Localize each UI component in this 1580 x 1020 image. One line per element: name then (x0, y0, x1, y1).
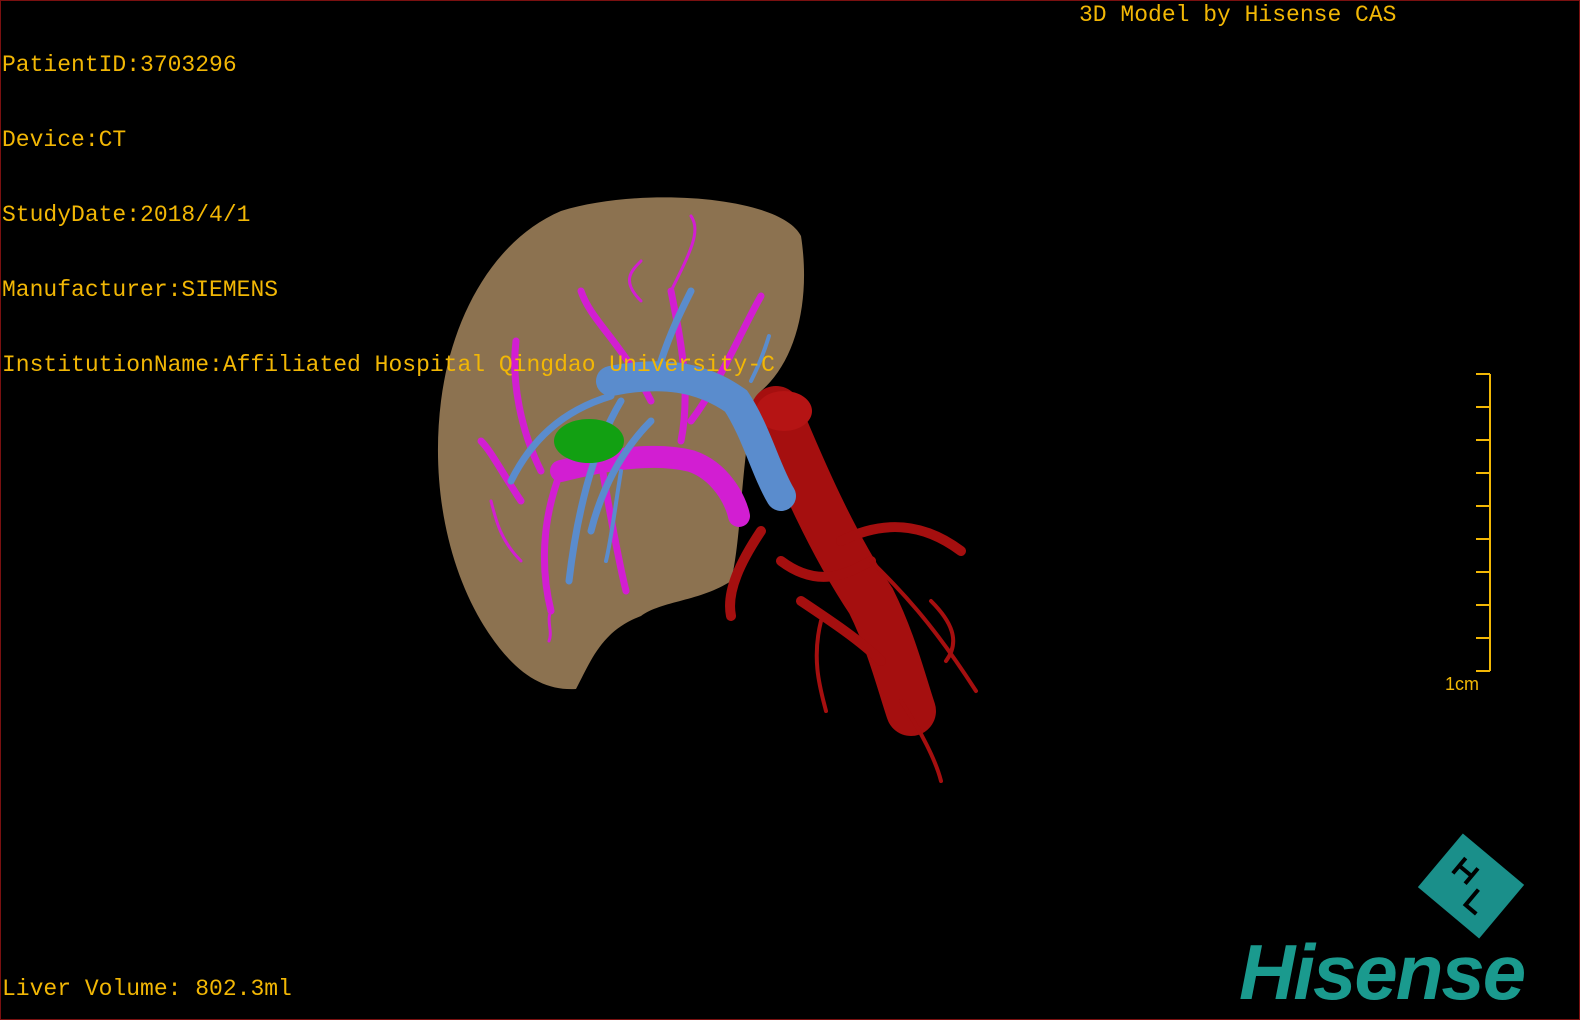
manufacturer: Manufacturer:SIEMENS (2, 277, 279, 303)
study-date: StudyDate:2018/4/1 (2, 202, 251, 228)
institution-name: InstitutionName:Affiliated Hospital Qing… (2, 352, 775, 378)
scale-label: 1cm (1445, 674, 1480, 694)
device: Device:CT (2, 127, 127, 153)
scale-bar (1476, 373, 1491, 672)
3d-viewport[interactable]: PatientID:3703296 Device:CT StudyDate:20… (0, 0, 1580, 1020)
patient-info: PatientID:3703296 Device:CT StudyDate:20… (2, 3, 775, 428)
liver-volume: Liver Volume: 802.3ml (2, 976, 292, 1002)
hisense-logo-mark (1417, 833, 1525, 939)
hisense-logo: Hisense (1239, 928, 1526, 1016)
model-title: 3D Model by Hisense CAS (1079, 2, 1397, 28)
patient-id: PatientID:3703296 (2, 52, 237, 78)
